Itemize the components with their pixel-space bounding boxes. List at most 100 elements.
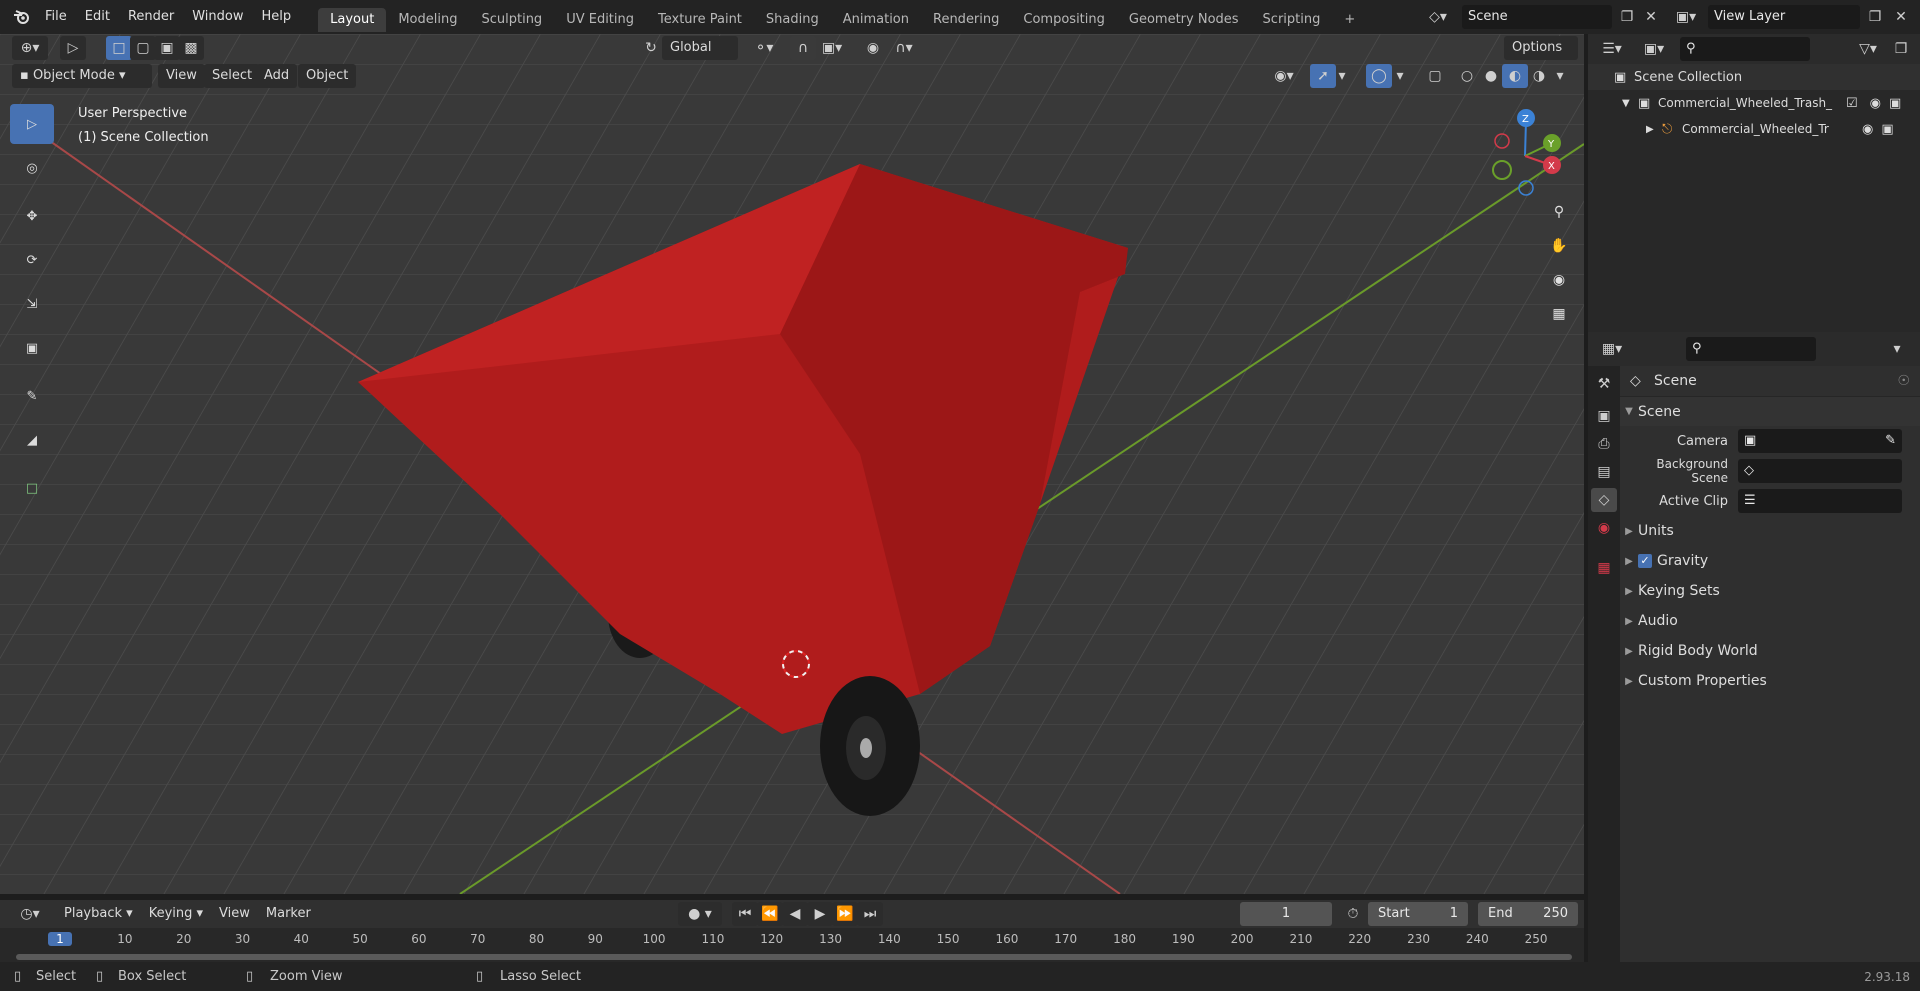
exclude-checkbox-icon[interactable]: ☑ bbox=[1846, 96, 1858, 111]
gizmo-dropdown-icon[interactable]: ▾ bbox=[1334, 64, 1350, 88]
shading-solid-icon[interactable]: ● bbox=[1478, 64, 1504, 88]
jump-keyframe-forward-icon[interactable]: ⏩ bbox=[832, 902, 858, 926]
menu-timeline-view[interactable]: View bbox=[211, 902, 258, 926]
tab-geometry-nodes[interactable]: Geometry Nodes bbox=[1117, 8, 1251, 32]
properties-search-input[interactable]: ⚲ bbox=[1686, 337, 1816, 361]
play-reverse-icon[interactable]: ◀ bbox=[782, 902, 808, 926]
add-workspace-icon[interactable]: + bbox=[1332, 8, 1367, 32]
render-tab-icon[interactable]: ▣ bbox=[1591, 404, 1617, 428]
falloff-icon[interactable]: ∩▾ bbox=[886, 36, 922, 60]
timeline-scrollbar[interactable] bbox=[16, 954, 1572, 960]
shading-wireframe-icon[interactable]: ○ bbox=[1454, 64, 1480, 88]
outliner-row-object[interactable]: ▶ ⎋ Commercial_Wheeled_Tr ◉ ▣ bbox=[1588, 116, 1920, 142]
camera-render-icon[interactable]: ▣ bbox=[1889, 96, 1901, 111]
timeline-ruler[interactable]: 1 10 20 30 40 50 60 70 80 90 100 110 120 130 140 150 160… bbox=[0, 928, 1584, 962]
timeline-editor-icon[interactable]: ◷▾ bbox=[12, 902, 48, 926]
scene-tab-icon[interactable]: ◇ bbox=[1591, 488, 1617, 512]
menu-keying[interactable]: Keying ▾ bbox=[141, 902, 211, 926]
gravity-panel[interactable]: ▶ ✓ Gravity bbox=[1620, 546, 1920, 576]
custom-properties-panel[interactable]: ▶ Custom Properties bbox=[1620, 666, 1920, 696]
menu-view[interactable]: View bbox=[158, 64, 205, 88]
tab-rendering[interactable]: Rendering bbox=[921, 8, 1011, 32]
new-view-layer-icon[interactable]: ❐ bbox=[1862, 5, 1888, 29]
rotate-tool-icon[interactable]: ⟳ bbox=[10, 240, 54, 280]
select-box-tool-icon[interactable]: ▷ bbox=[10, 104, 54, 144]
transform-orientation-icon[interactable]: ↻ bbox=[638, 36, 664, 60]
proportional-edit-icon[interactable]: ◉ bbox=[860, 36, 886, 60]
eye-icon[interactable]: ◉ bbox=[1862, 122, 1873, 137]
menu-object[interactable]: Object bbox=[298, 64, 357, 88]
shading-rendered-icon[interactable]: ◑ bbox=[1526, 64, 1552, 88]
transform-tool-icon[interactable]: ▣ bbox=[10, 328, 54, 368]
outliner-row-root[interactable]: ▣ Scene Collection bbox=[1588, 64, 1920, 90]
eye-icon[interactable]: ◉ bbox=[1870, 96, 1881, 111]
pin-icon[interactable]: ☉ bbox=[1897, 373, 1910, 389]
output-tab-icon[interactable]: ⎙ bbox=[1591, 432, 1617, 456]
visibility-icon[interactable]: ◉▾ bbox=[1266, 64, 1302, 88]
menu-select[interactable]: Select bbox=[204, 64, 261, 88]
snap-icon[interactable]: ∩ bbox=[790, 36, 816, 60]
menu-marker[interactable]: Marker bbox=[258, 902, 319, 926]
orthographic-grid-icon[interactable]: ▦ bbox=[1546, 302, 1572, 326]
menu-edit[interactable]: Edit bbox=[76, 0, 119, 34]
camera-view-icon[interactable]: ◉ bbox=[1546, 268, 1572, 292]
snap-target-icon[interactable]: ▣▾ bbox=[814, 36, 850, 60]
view-layer-tab-icon[interactable]: ▤ bbox=[1591, 460, 1617, 484]
select-new-icon[interactable]: □ bbox=[106, 36, 132, 60]
xray-icon[interactable]: ▢ bbox=[1422, 64, 1448, 88]
camera-render-icon[interactable]: ▣ bbox=[1881, 122, 1893, 137]
add-cube-tool-icon[interactable]: □ bbox=[10, 468, 54, 508]
keying-sets-panel[interactable]: ▶ Keying Sets bbox=[1620, 576, 1920, 606]
tab-animation[interactable]: Animation bbox=[831, 8, 921, 32]
properties-options-icon[interactable]: ▾ bbox=[1884, 337, 1910, 361]
record-icon[interactable]: ● ▾ bbox=[678, 902, 722, 926]
audio-panel[interactable]: ▶ Audio bbox=[1620, 606, 1920, 636]
move-tool-icon[interactable]: ✥ bbox=[10, 196, 54, 236]
scene-panel-header[interactable]: ▼ Scene bbox=[1620, 396, 1920, 426]
blender-logo-icon[interactable] bbox=[8, 5, 36, 29]
display-mode-icon[interactable]: ▣▾ bbox=[1636, 37, 1672, 61]
scene-selector-icon[interactable]: ◇▾ bbox=[1420, 5, 1456, 29]
tab-uv-editing[interactable]: UV Editing bbox=[554, 8, 646, 32]
cursor-tool-icon[interactable]: ◎ bbox=[10, 148, 54, 188]
eyedropper-icon[interactable]: ✎ bbox=[1885, 429, 1896, 453]
measure-tool-icon[interactable]: ◢ bbox=[10, 420, 54, 460]
3d-viewport[interactable]: ⊕▾ ▷ □ ▢ ▣ ▩ ↻ Global ⚬▾ ∩ ▣▾ ◉ ∩▾ Optio… bbox=[0, 34, 1584, 894]
current-frame-field[interactable]: 1 bbox=[1240, 902, 1332, 926]
jump-end-icon[interactable]: ⏭ bbox=[857, 902, 883, 926]
menu-window[interactable]: Window bbox=[183, 0, 252, 34]
zoom-icon[interactable]: ⚲ bbox=[1546, 200, 1572, 224]
select-extend-icon[interactable]: ▢ bbox=[130, 36, 156, 60]
stopwatch-icon[interactable]: ⏱ bbox=[1340, 902, 1366, 926]
view-layer-selector-icon[interactable]: ▣▾ bbox=[1668, 5, 1704, 29]
menu-file[interactable]: File bbox=[36, 0, 76, 34]
remove-view-layer-icon[interactable]: ✕ bbox=[1888, 5, 1914, 29]
menu-add[interactable]: Add bbox=[256, 64, 298, 88]
shading-material-icon[interactable]: ◐ bbox=[1502, 64, 1528, 88]
options-dropdown[interactable]: Options bbox=[1504, 36, 1578, 60]
expand-arrow-icon[interactable]: ▶ bbox=[1646, 124, 1662, 135]
editor-type-icon[interactable]: ⊕▾ bbox=[12, 36, 48, 60]
new-collection-icon[interactable]: ❐ bbox=[1888, 37, 1914, 61]
tab-modeling[interactable]: Modeling bbox=[386, 8, 469, 32]
jump-keyframe-back-icon[interactable]: ⏪ bbox=[757, 902, 783, 926]
camera-field[interactable]: ▣ ✎ bbox=[1738, 429, 1902, 453]
active-clip-field[interactable]: ☰ bbox=[1738, 489, 1902, 513]
world-tab-icon[interactable]: ◉ bbox=[1591, 516, 1617, 540]
gravity-checkbox[interactable]: ✓ bbox=[1638, 554, 1652, 568]
menu-render[interactable]: Render bbox=[119, 0, 183, 34]
scene-field[interactable]: Scene bbox=[1462, 5, 1612, 29]
tab-scripting[interactable]: Scripting bbox=[1251, 8, 1333, 32]
outliner-row-collection[interactable]: ▼ ▣ Commercial_Wheeled_Trash_ ☑ ◉ ▣ bbox=[1588, 90, 1920, 116]
units-panel[interactable]: ▶ Units bbox=[1620, 516, 1920, 546]
navigation-gizmo[interactable]: Z Y X bbox=[1480, 106, 1570, 196]
rigid-body-world-panel[interactable]: ▶ Rigid Body World bbox=[1620, 636, 1920, 666]
menu-help[interactable]: Help bbox=[253, 0, 301, 34]
properties-editor-icon[interactable]: ▦▾ bbox=[1594, 337, 1630, 361]
tool-tab-icon[interactable]: ⚒ bbox=[1591, 372, 1617, 396]
transform-orientation-dropdown[interactable]: Global bbox=[662, 36, 738, 60]
jump-start-icon[interactable]: ⏮ bbox=[732, 902, 758, 926]
start-frame-field[interactable]: Start 1 bbox=[1368, 902, 1468, 926]
scale-tool-icon[interactable]: ⇲ bbox=[10, 284, 54, 324]
pan-hand-icon[interactable]: ✋ bbox=[1546, 234, 1572, 258]
